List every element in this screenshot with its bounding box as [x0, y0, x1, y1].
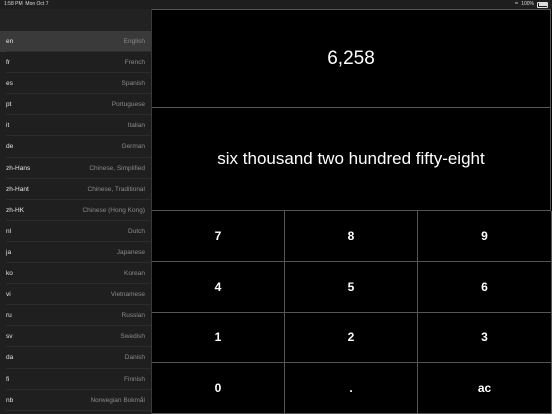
language-code: ja	[6, 248, 12, 256]
language-item-nb[interactable]: nb Norwegian Bokmål	[0, 390, 151, 411]
key-8-button[interactable]: 8	[285, 211, 418, 262]
key-5-button[interactable]: 5	[285, 261, 418, 313]
language-name: Italian	[127, 122, 145, 130]
language-code: ko	[6, 270, 13, 278]
language-name: Portuguese	[111, 101, 145, 109]
language-code: zh-HK	[6, 206, 25, 214]
language-code: nb	[6, 396, 14, 404]
key-clear-button[interactable]: ac	[418, 363, 552, 414]
language-code: fr	[6, 59, 10, 67]
sidebar-header	[0, 9, 151, 31]
status-time: 1:58 PM	[4, 1, 23, 7]
language-item-vi[interactable]: vi Vietnamese	[0, 284, 151, 306]
key-2-button[interactable]: 2	[285, 312, 418, 364]
key-7-button[interactable]: 7	[152, 211, 285, 262]
language-code: sv	[6, 333, 13, 341]
battery-icon	[537, 1, 548, 8]
language-code: pt	[6, 101, 12, 109]
language-sidebar: en English fr French es Spanish pt Portuguese it…	[0, 9, 152, 414]
language-item-da[interactable]: da Danish	[0, 347, 151, 369]
language-name: Korean	[124, 270, 145, 278]
language-item-it[interactable]: it Italian	[0, 115, 151, 137]
language-item-de[interactable]: de German	[0, 136, 151, 158]
language-name: Danish	[124, 354, 145, 362]
language-code: es	[6, 80, 13, 88]
wifi-icon: ≈	[514, 1, 519, 7]
language-item-zh-hk[interactable]: zh-HK Chinese (Hong Kong)	[0, 200, 151, 221]
language-item-zh-hant[interactable]: zh-Hant Chinese, Traditional	[0, 179, 151, 200]
status-date: Mon Oct 7	[25, 1, 49, 7]
language-name: Vietnamese	[110, 291, 145, 299]
words-display: six thousand two hundred fifty-eight	[152, 108, 551, 211]
language-name: Chinese, Traditional	[87, 185, 145, 193]
language-name: Russian	[121, 312, 145, 320]
keypad: 7 8 9 4 5 6 1 2 3 0. ac	[152, 211, 552, 414]
language-name: English	[123, 38, 145, 45]
language-item-es[interactable]: es Spanish	[0, 73, 151, 95]
language-item-ru[interactable]: ru Russian	[0, 305, 151, 327]
language-name: Dutch	[128, 227, 145, 235]
language-code: en	[6, 38, 14, 45]
key-6-button[interactable]: 6	[418, 261, 552, 313]
language-item-ko[interactable]: ko Korean	[0, 263, 151, 285]
key-0-button[interactable]: 0	[152, 363, 285, 414]
language-code: vi	[6, 291, 11, 299]
language-code: da	[6, 354, 14, 362]
language-name: German	[121, 143, 145, 151]
language-code: de	[6, 143, 14, 151]
language-code: zh-Hant	[6, 185, 29, 193]
language-name: Chinese, Simplified	[89, 164, 145, 172]
status-bar: 1:58 PM Mon Oct 7 ≈ 100%	[0, 0, 552, 9]
language-item-en[interactable]: en English	[0, 31, 151, 53]
language-name: Norwegian Bokmål	[90, 396, 145, 404]
language-item-fi[interactable]: fi Finnish	[0, 369, 151, 390]
language-name: Spanish	[121, 80, 146, 88]
key-9-button[interactable]: 9	[418, 211, 552, 262]
language-name: Swedish	[120, 333, 145, 341]
language-item-sv[interactable]: sv Swedish	[0, 326, 151, 348]
language-name: French	[124, 59, 145, 67]
language-item-pt[interactable]: pt Portuguese	[0, 94, 151, 116]
status-time-date: 1:58 PM Mon Oct 7	[4, 0, 48, 9]
main-panel: 6,258 six thousand two hundred fifty-eig…	[152, 9, 552, 414]
language-name: Finnish	[124, 375, 145, 383]
language-item-fr[interactable]: fr French	[0, 52, 151, 74]
language-name: Chinese (Hong Kong)	[82, 206, 145, 214]
language-code: fi	[6, 375, 10, 383]
language-list: en English fr French es Spanish pt Portuguese it…	[0, 31, 151, 411]
language-code: zh-Hans	[6, 164, 31, 172]
language-item-ja[interactable]: ja Japanese	[0, 242, 151, 264]
language-item-nl[interactable]: nl Dutch	[0, 221, 151, 243]
language-code: it	[6, 122, 10, 130]
battery-percent: 100%	[521, 1, 534, 7]
language-item-zh-hans[interactable]: zh-Hans Chinese, Simplified	[0, 158, 151, 179]
key-3-button[interactable]: 3	[418, 312, 552, 364]
key-4-button[interactable]: 4	[152, 261, 285, 313]
language-name: Japanese	[116, 248, 145, 256]
key-1-button[interactable]: 1	[152, 312, 285, 364]
number-display: 6,258	[152, 9, 551, 108]
key-decimal-button[interactable]: .	[285, 363, 418, 414]
language-code: ru	[6, 312, 12, 320]
status-right: ≈ 100%	[515, 0, 548, 9]
language-code: nl	[6, 227, 12, 235]
